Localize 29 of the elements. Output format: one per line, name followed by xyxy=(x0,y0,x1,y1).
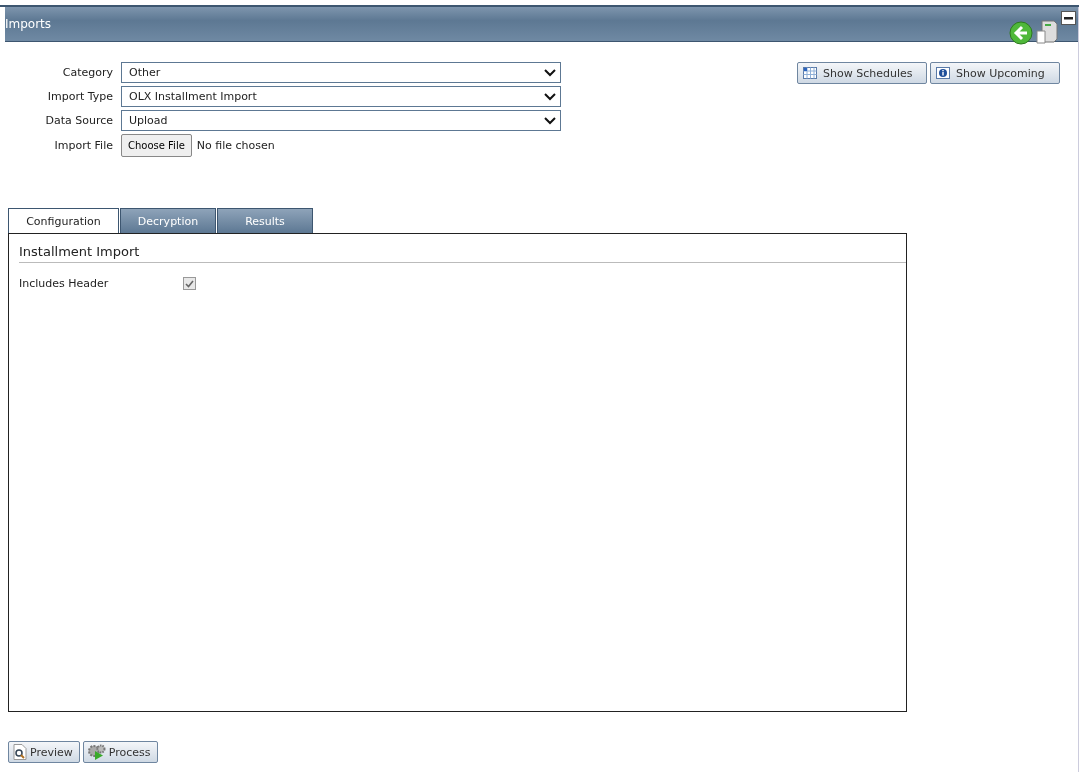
field-label: Data Source xyxy=(44,114,113,127)
window-title: Imports xyxy=(5,16,52,31)
toolbar-button[interactable]: Show Schedules xyxy=(797,62,927,84)
chevron-down-icon xyxy=(544,116,556,125)
action-button[interactable]: Process xyxy=(82,741,158,763)
tab[interactable]: Results xyxy=(217,208,313,233)
dropdown-field[interactable]: Other xyxy=(121,62,561,83)
info-icon xyxy=(936,67,950,79)
tab[interactable]: Decryption xyxy=(120,208,216,233)
magnifier-page-icon xyxy=(13,744,27,760)
file-status-text: No file chosen xyxy=(196,139,275,152)
toolbar-button[interactable]: Show Upcoming xyxy=(930,62,1060,84)
dropdown-field[interactable]: Upload xyxy=(121,110,561,131)
field-label: Category xyxy=(61,66,113,79)
action-button[interactable]: Preview xyxy=(8,741,80,763)
option-label: Includes Header xyxy=(19,277,110,290)
chevron-down-icon xyxy=(544,68,556,77)
calendar-icon xyxy=(803,67,817,79)
printer-icon[interactable] xyxy=(1036,19,1058,45)
choose-file-button[interactable]: Choose File xyxy=(121,134,192,157)
section-title: Installment Import xyxy=(19,244,906,263)
checkbox[interactable] xyxy=(183,277,196,290)
tab[interactable]: Configuration xyxy=(8,208,119,233)
field-label: Import File xyxy=(53,139,113,152)
field-label: Import Type xyxy=(46,90,113,103)
gears-play-icon xyxy=(87,744,106,760)
dropdown-field[interactable]: OLX Installment Import xyxy=(121,86,561,107)
chevron-down-icon xyxy=(544,92,556,101)
minimize-icon[interactable] xyxy=(1061,11,1076,25)
